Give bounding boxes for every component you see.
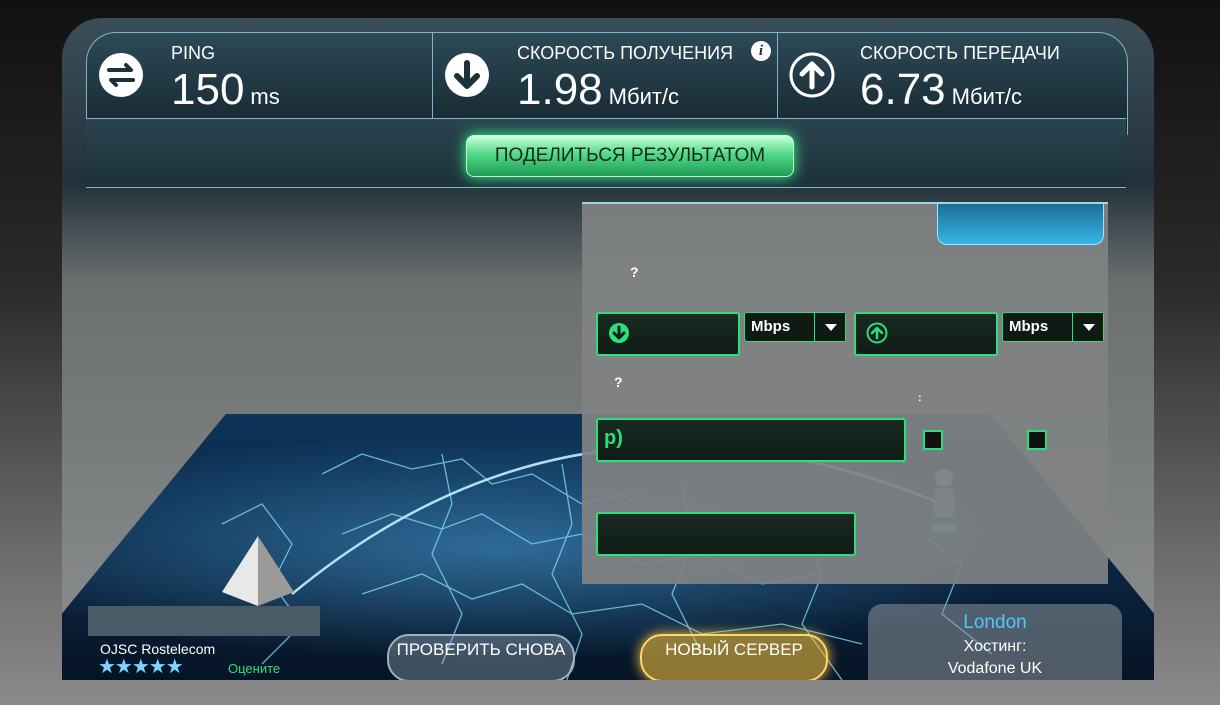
upload-arrow-icon bbox=[866, 322, 888, 344]
text-input[interactable] bbox=[596, 512, 856, 556]
checkbox-1[interactable] bbox=[923, 430, 943, 450]
ping-number: 150 bbox=[171, 65, 245, 114]
form-panel: ? Mbps Mbps ? : р) bbox=[582, 202, 1108, 584]
question-mark-1: ? bbox=[630, 264, 639, 280]
info-icon[interactable]: i bbox=[751, 41, 771, 61]
host-city: London bbox=[963, 612, 1027, 633]
ping-unit: ms bbox=[250, 84, 280, 109]
chevron-down-icon[interactable] bbox=[1072, 313, 1103, 341]
upload-number: 6.73 bbox=[860, 65, 946, 114]
rating-stars[interactable]: ★★★★★ bbox=[98, 654, 184, 679]
checkbox-2[interactable] bbox=[1027, 430, 1047, 450]
speedtest-frame: PING 150 ms СКОРОСТЬ ПОЛУЧЕНИЯ i 1.98 Мбит… bbox=[62, 18, 1154, 680]
host-label: Хостинг: bbox=[963, 638, 1027, 655]
upload-label: СКОРОСТЬ ПЕРЕДАЧИ bbox=[860, 43, 1060, 63]
upload-unit-value: Mbps bbox=[1009, 318, 1049, 335]
new-server-button[interactable]: НОВЫЙ СЕРВЕР bbox=[640, 634, 828, 680]
download-unit-value: Mbps bbox=[751, 318, 791, 335]
download-unit: Мбит/с bbox=[608, 84, 680, 109]
ping-value: 150 ms bbox=[171, 65, 280, 115]
upload-unit: Мбит/с bbox=[951, 84, 1023, 109]
upload-stat: СКОРОСТЬ ПЕРЕДАЧИ 6.73 Мбит/с bbox=[778, 33, 1127, 119]
download-number: 1.98 bbox=[517, 65, 603, 114]
upload-speed-input[interactable] bbox=[854, 312, 998, 356]
download-label: СКОРОСТЬ ПОЛУЧЕНИЯ bbox=[517, 43, 734, 63]
download-arrow-icon bbox=[443, 51, 491, 99]
new-server-label: НОВЫЙ СЕРВЕР bbox=[665, 640, 803, 659]
colon-mark: : bbox=[918, 392, 922, 404]
share-result-button[interactable]: ПОДЕЛИТЬСЯ РЕЗУЛЬТАТОМ bbox=[466, 135, 794, 177]
download-speed-input[interactable] bbox=[596, 312, 740, 356]
price-input[interactable]: р) bbox=[596, 418, 906, 462]
ping-label: PING bbox=[171, 43, 216, 63]
isp-panel bbox=[88, 606, 320, 636]
panel-tab[interactable] bbox=[937, 204, 1104, 245]
download-value: 1.98 Мбит/с bbox=[517, 65, 679, 115]
chevron-down-icon[interactable] bbox=[814, 313, 845, 341]
download-stat: СКОРОСТЬ ПОЛУЧЕНИЯ i 1.98 Мбит/с bbox=[433, 33, 776, 119]
upload-arrow-icon bbox=[788, 51, 836, 99]
bottom-bar: OJSC Rostelecom ★★★★★ Оцените ПРОВЕРИТЬ … bbox=[62, 598, 1154, 680]
price-prefix: р) bbox=[604, 427, 623, 449]
ping-arrows-icon bbox=[97, 51, 145, 99]
share-band: ПОДЕЛИТЬСЯ РЕЗУЛЬТАТОМ bbox=[86, 118, 1126, 188]
download-arrow-icon bbox=[608, 322, 630, 344]
download-unit-select[interactable]: Mbps bbox=[744, 312, 846, 342]
question-mark-2: ? bbox=[614, 374, 623, 390]
upload-unit-select[interactable]: Mbps bbox=[1002, 312, 1104, 342]
ping-stat: PING 150 ms bbox=[87, 33, 432, 119]
retest-button[interactable]: ПРОВЕРИТЬ СНОВА bbox=[387, 634, 575, 680]
host-name: Vodafone UK bbox=[947, 660, 1043, 677]
host-panel: London Хостинг: Vodafone UK bbox=[868, 604, 1122, 680]
rate-label[interactable]: Оцените bbox=[228, 661, 280, 676]
upload-value: 6.73 Мбит/с bbox=[860, 65, 1022, 115]
retest-label: ПРОВЕРИТЬ СНОВА bbox=[396, 640, 566, 659]
